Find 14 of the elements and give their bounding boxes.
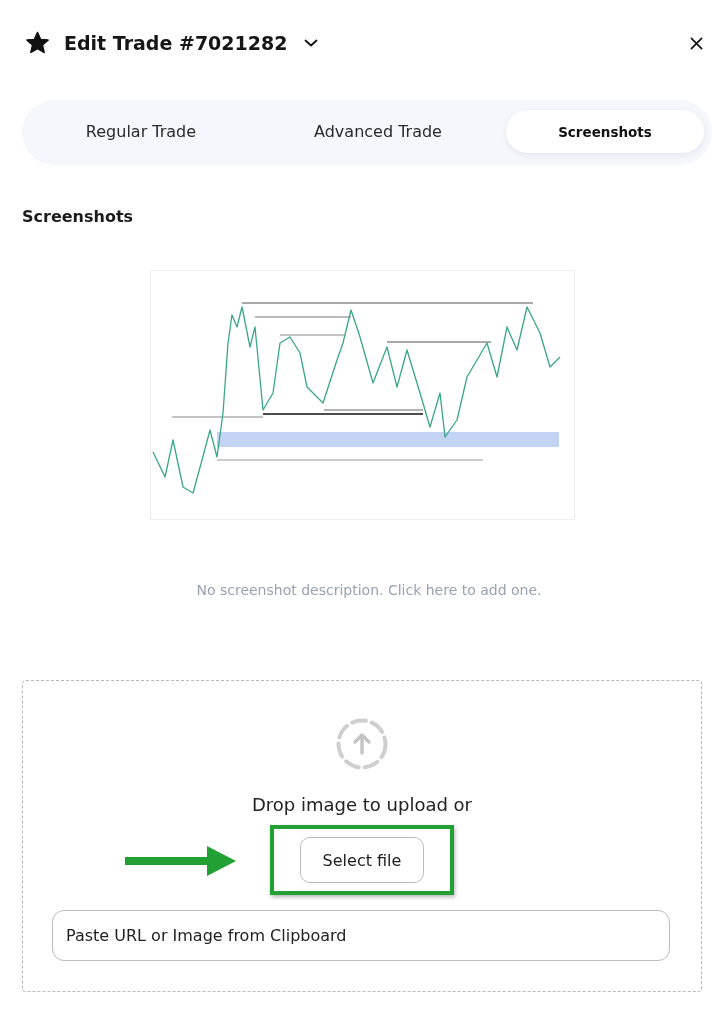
tab[interactable]: Advanced Trade: [252, 110, 504, 153]
drop-zone[interactable]: Drop image to upload or Select file Paste URL or Image from Clipboard: [22, 680, 702, 992]
close-icon[interactable]: [690, 36, 703, 50]
upload-icon: [336, 718, 388, 770]
dialog-title: Edit Trade #7021282: [64, 32, 288, 54]
section-title: Screenshots: [22, 206, 134, 228]
tab[interactable]: Regular Trade: [32, 110, 250, 153]
tab[interactable]: Screenshots: [506, 110, 704, 153]
star-icon[interactable]: [25, 31, 50, 55]
url-input[interactable]: Paste URL or Image from Clipboard: [52, 910, 670, 961]
chevron-down-icon[interactable]: [304, 39, 319, 47]
level-line: [279, 334, 345, 336]
drop-prompt: Drop image to upload or: [251, 793, 472, 817]
select-file-button[interactable]: Select file: [300, 837, 424, 883]
